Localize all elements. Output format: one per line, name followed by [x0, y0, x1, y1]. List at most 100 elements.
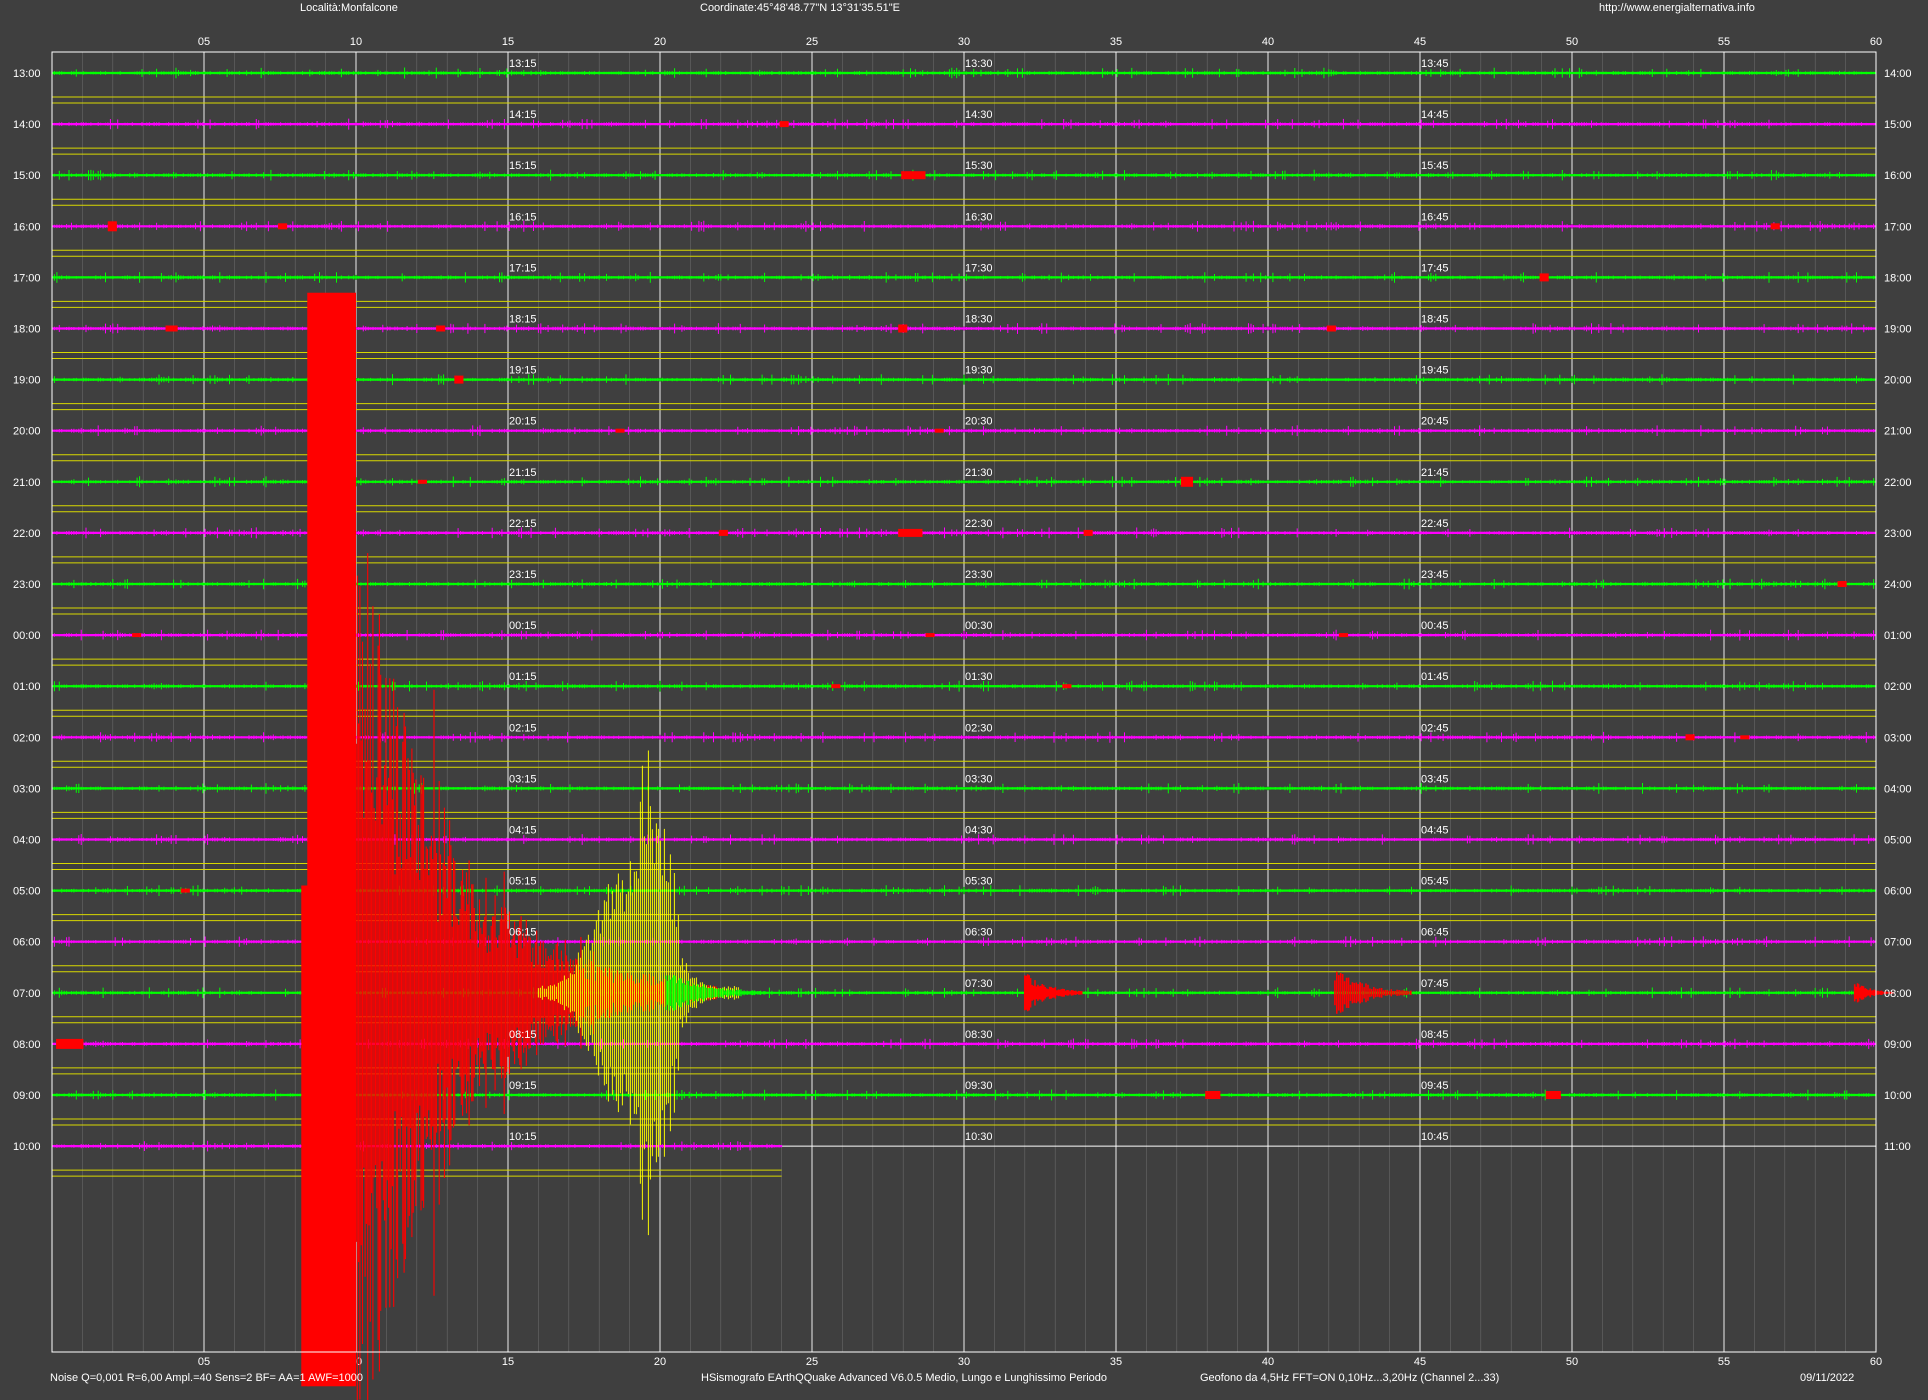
- row-start-label: 15:00: [13, 170, 41, 182]
- row-quarter-label: 19:45: [1421, 365, 1449, 377]
- row-start-label: 06:00: [13, 937, 41, 949]
- row-end-label: 03:00: [1884, 732, 1912, 744]
- row-quarter-label: 06:15: [509, 927, 537, 939]
- row-end-label: 21:00: [1884, 426, 1912, 438]
- row-quarter-label: 22:30: [965, 518, 993, 530]
- row-quarter-label: 01:15: [509, 671, 537, 683]
- row-quarter-label: 00:30: [965, 620, 993, 632]
- row-start-label: 21:00: [13, 477, 41, 489]
- row-quarter-label: 23:30: [965, 569, 993, 581]
- row-end-label: 06:00: [1884, 886, 1912, 898]
- event-marker: [615, 428, 625, 433]
- row-start-label: 20:00: [13, 426, 41, 438]
- event-marker: [779, 121, 789, 128]
- row-quarter-label: 06:45: [1421, 927, 1449, 939]
- event-marker: [180, 888, 190, 893]
- event-marker: [1083, 529, 1093, 536]
- website-link[interactable]: http://www.energialternativa.info: [1599, 2, 1755, 14]
- row-start-label: 19:00: [13, 375, 41, 387]
- event-marker: [1338, 633, 1349, 638]
- row-start-label: 17:00: [13, 272, 41, 284]
- x-tick-label: 10: [350, 36, 362, 48]
- earthquake-saturated-block: [307, 292, 356, 1387]
- x-tick-label: 45: [1414, 36, 1426, 48]
- event-marker: [718, 529, 728, 536]
- x-tick-label: 50: [1566, 36, 1578, 48]
- row-end-label: 09:00: [1884, 1039, 1912, 1051]
- row-quarter-label: 14:15: [509, 109, 537, 121]
- row-quarter-label: 23:45: [1421, 569, 1449, 581]
- row-quarter-label: 22:45: [1421, 518, 1449, 530]
- row-quarter-label: 08:30: [965, 1029, 993, 1041]
- row-start-label: 09:00: [13, 1090, 41, 1102]
- row-quarter-label: 13:15: [509, 58, 537, 70]
- row-end-label: 04:00: [1884, 783, 1912, 795]
- x-tick-label: 15: [502, 1356, 514, 1368]
- row-quarter-label: 10:15: [509, 1131, 537, 1143]
- coordinates-label: Coordinate:45°48'48.77"N 13°31'35.51"E: [700, 2, 900, 14]
- event-marker: [417, 479, 427, 484]
- row-start-label: 14:00: [13, 119, 41, 131]
- row-quarter-label: 07:30: [965, 978, 993, 990]
- row-start-label: 05:00: [13, 886, 41, 898]
- row-quarter-label: 01:30: [965, 671, 993, 683]
- row-quarter-label: 02:15: [509, 722, 537, 734]
- row-quarter-label: 09:45: [1421, 1080, 1449, 1092]
- x-tick-label: 50: [1566, 1356, 1578, 1368]
- row-start-label: 22:00: [13, 528, 41, 540]
- row-quarter-label: 21:15: [509, 467, 537, 479]
- row-quarter-label: 19:15: [509, 365, 537, 377]
- row-quarter-label: 14:30: [965, 109, 993, 121]
- row-quarter-label: 07:45: [1421, 978, 1449, 990]
- row-quarter-label: 04:45: [1421, 825, 1449, 837]
- row-end-label: 24:00: [1884, 579, 1912, 591]
- x-tick-label: 20: [654, 36, 666, 48]
- row-start-label: 10:00: [13, 1141, 41, 1153]
- row-quarter-label: 04:15: [509, 825, 537, 837]
- row-end-label: 19:00: [1884, 324, 1912, 336]
- row-quarter-label: 20:15: [509, 416, 537, 428]
- row-quarter-label: 09:30: [965, 1080, 993, 1092]
- row-quarter-label: 03:15: [509, 773, 537, 785]
- row-end-label: 16:00: [1884, 170, 1912, 182]
- row-end-label: 14:00: [1884, 68, 1912, 80]
- row-start-label: 16:00: [13, 221, 41, 233]
- row-quarter-label: 17:15: [509, 262, 537, 274]
- row-end-label: 17:00: [1884, 221, 1912, 233]
- row-end-label: 23:00: [1884, 528, 1912, 540]
- event-marker: [278, 223, 288, 230]
- event-marker: [1770, 223, 1780, 230]
- footer-date: 09/11/2022: [1800, 1372, 1854, 1384]
- row-end-label: 18:00: [1884, 272, 1912, 284]
- row-start-label: 03:00: [13, 783, 41, 795]
- event-marker: [1205, 1091, 1221, 1099]
- event-marker: [1062, 684, 1072, 689]
- event-marker: [165, 325, 178, 332]
- x-tick-label: 35: [1110, 36, 1122, 48]
- event-marker: [132, 633, 142, 638]
- x-tick-label: 30: [958, 1356, 970, 1368]
- event-marker: [898, 528, 923, 537]
- row-quarter-label: 09:15: [509, 1080, 537, 1092]
- row-quarter-label: 17:30: [965, 262, 993, 274]
- x-tick-label: 25: [806, 1356, 818, 1368]
- row-end-label: 08:00: [1884, 988, 1912, 1000]
- footer-sensor: Geofono da 4,5Hz FFT=ON 0,10Hz...3,20Hz …: [1200, 1372, 1499, 1384]
- row-quarter-label: 21:30: [965, 467, 993, 479]
- row-quarter-label: 08:15: [509, 1029, 537, 1041]
- event-marker: [934, 428, 944, 433]
- row-quarter-label: 18:15: [509, 314, 537, 326]
- event-marker: [898, 324, 908, 333]
- row-start-label: 01:00: [13, 681, 41, 693]
- x-tick-label: 20: [654, 1356, 666, 1368]
- row-quarter-label: 15:45: [1421, 160, 1449, 172]
- row-quarter-label: 15:30: [965, 160, 993, 172]
- row-end-label: 22:00: [1884, 477, 1912, 489]
- row-quarter-label: 05:30: [965, 876, 993, 888]
- row-quarter-label: 16:15: [509, 211, 537, 223]
- x-tick-label: 15: [502, 36, 514, 48]
- event-marker: [1545, 1091, 1561, 1099]
- row-quarter-label: 13:30: [965, 58, 993, 70]
- earthquake-saturated-block: [301, 885, 310, 1387]
- row-quarter-label: 21:45: [1421, 467, 1449, 479]
